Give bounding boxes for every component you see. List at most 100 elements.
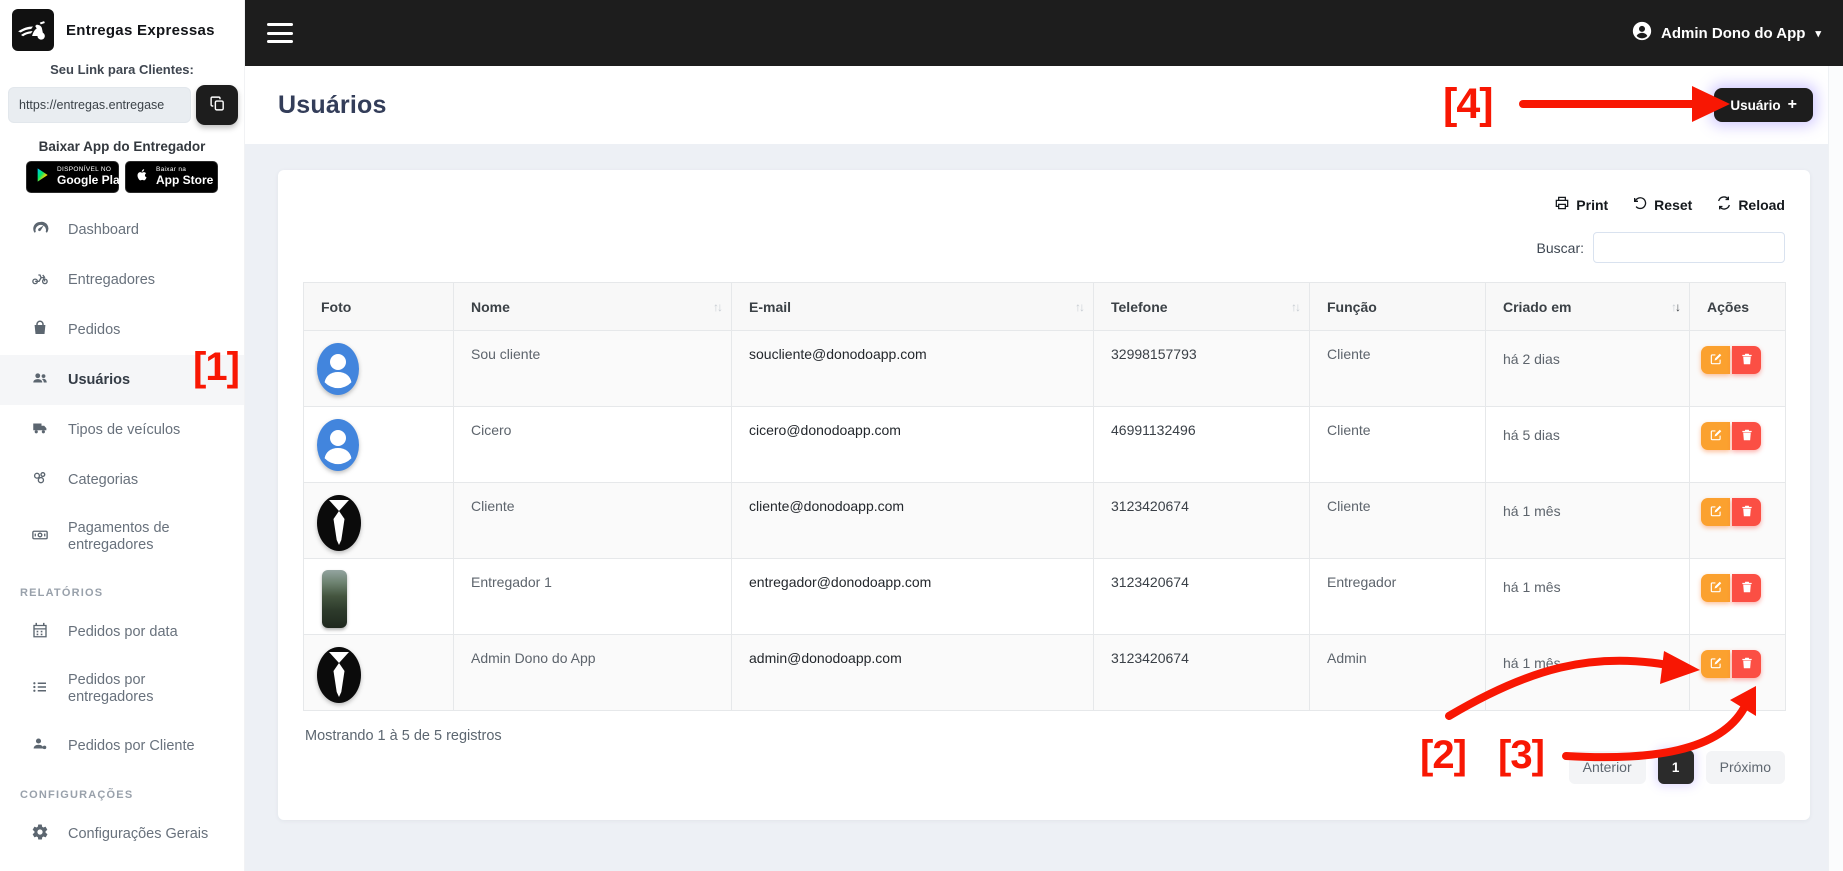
users-card: Print Reset Reload Buscar: Foto Nome ↑↓ … bbox=[278, 170, 1810, 820]
user-phone-cell: 3123420674 bbox=[1093, 482, 1310, 559]
sidebar-item-pedidos-por-cliente[interactable]: Pedidos por Cliente bbox=[0, 721, 244, 771]
user-created-cell: há 1 mês bbox=[1485, 634, 1690, 711]
brand-name: Entregas Expressas bbox=[66, 21, 215, 39]
sidebar-section-relatorios: RELATÓRIOS bbox=[20, 587, 104, 599]
motorcycle-icon bbox=[31, 269, 49, 292]
store-badges: DISPONÍVEL NO Google Play Baixar na App … bbox=[0, 161, 244, 193]
sidebar-item-pedidos[interactable]: Pedidos bbox=[0, 305, 244, 355]
user-menu[interactable]: Admin Dono do App ▾ bbox=[1631, 20, 1821, 46]
page-scrollbar[interactable] bbox=[1828, 66, 1843, 871]
money-bill-icon bbox=[31, 526, 49, 549]
previous-page-button[interactable]: Anterior bbox=[1568, 750, 1646, 784]
user-actions-cell bbox=[1689, 558, 1786, 635]
col-header-foto: Foto bbox=[303, 282, 454, 331]
user-phone-cell: 32998157793 bbox=[1093, 330, 1310, 407]
edit-user-button[interactable] bbox=[1701, 346, 1730, 374]
avatar-photo bbox=[322, 570, 347, 628]
pagination: Anterior 1 Próximo bbox=[1568, 750, 1785, 784]
user-created-cell: há 1 mês bbox=[1485, 482, 1690, 559]
next-page-button[interactable]: Próximo bbox=[1705, 750, 1785, 784]
pencil-square-icon bbox=[1709, 580, 1723, 597]
reload-button[interactable]: Reload bbox=[1716, 195, 1785, 214]
pencil-square-icon bbox=[1709, 656, 1723, 673]
plus-icon: + bbox=[1787, 96, 1797, 113]
sidebar-item-label: Pedidos por data bbox=[68, 623, 178, 640]
user-circle-icon bbox=[1631, 20, 1653, 46]
app-root: Admin Dono do App ▾ Usuários Usuário + E… bbox=[0, 0, 1843, 871]
sidebar-item-usuarios[interactable]: Usuários bbox=[0, 355, 244, 405]
search-label: Buscar: bbox=[1536, 239, 1584, 256]
sidebar-item-tipos-de-veiculos[interactable]: Tipos de veículos bbox=[0, 405, 244, 455]
table-row: Sou cliente soucliente@donodoapp.com 329… bbox=[303, 330, 1786, 407]
user-name-cell: Sou cliente bbox=[453, 330, 732, 407]
sidebar-item-dashboard[interactable]: Dashboard bbox=[0, 205, 244, 255]
gauge-icon bbox=[31, 219, 49, 242]
sidebar-item-configuracoes-do-aplicativo[interactable]: Configurações do aplicativo bbox=[0, 859, 244, 871]
delete-user-button[interactable] bbox=[1732, 574, 1761, 602]
delete-user-button[interactable] bbox=[1732, 422, 1761, 450]
edit-user-button[interactable] bbox=[1701, 650, 1730, 678]
client-link-label: Seu Link para Clientes: bbox=[50, 62, 194, 77]
user-actions-cell bbox=[1689, 482, 1786, 559]
sidebar-item-label: Pedidos por entregadores bbox=[68, 672, 154, 705]
edit-user-button[interactable] bbox=[1701, 498, 1730, 526]
user-actions-cell bbox=[1689, 634, 1786, 711]
sidebar-item-pedidos-por-entregadores[interactable]: Pedidos por entregadores bbox=[0, 657, 244, 721]
edit-user-button[interactable] bbox=[1701, 422, 1730, 450]
user-avatar-cell bbox=[303, 406, 454, 483]
col-header-nome[interactable]: Nome ↑↓ bbox=[453, 282, 732, 331]
delete-user-button[interactable] bbox=[1732, 650, 1761, 678]
user-name: Admin Dono do App bbox=[1661, 24, 1806, 42]
user-name-cell: Entregador 1 bbox=[453, 558, 732, 635]
printer-icon bbox=[1554, 195, 1570, 214]
gear-icon bbox=[31, 823, 49, 846]
sidebar-item-categorias[interactable]: Categorias bbox=[0, 455, 244, 505]
hamburger-menu-button[interactable] bbox=[267, 23, 293, 43]
col-header-email[interactable]: E-mail ↑↓ bbox=[731, 282, 1094, 331]
users-table: Foto Nome ↑↓ E-mail ↑↓ Telefone ↑↓ Função C… bbox=[303, 282, 1786, 711]
search-input[interactable] bbox=[1593, 232, 1785, 263]
users-table-wrap: Foto Nome ↑↓ E-mail ↑↓ Telefone ↑↓ Função C… bbox=[303, 282, 1786, 711]
copy-link-button[interactable] bbox=[196, 85, 238, 125]
pencil-square-icon bbox=[1709, 352, 1723, 369]
apple-icon bbox=[134, 167, 150, 188]
col-header-funcao[interactable]: Função bbox=[1309, 282, 1486, 331]
sidebar-item-label: Categorias bbox=[68, 471, 139, 488]
client-link-input[interactable] bbox=[8, 87, 191, 123]
delete-user-button[interactable] bbox=[1732, 498, 1761, 526]
delete-user-button[interactable] bbox=[1732, 346, 1761, 374]
sidebar-item-pagamentos-de-entregadores[interactable]: Pagamentos de entregadores bbox=[0, 505, 244, 569]
sidebar-item-label: Configurações Gerais bbox=[68, 825, 209, 842]
current-page-button[interactable]: 1 bbox=[1657, 750, 1694, 784]
user-avatar-cell bbox=[303, 330, 454, 407]
reset-button[interactable]: Reset bbox=[1632, 195, 1692, 214]
sidebar-item-configuracoes-gerais[interactable]: Configurações Gerais bbox=[0, 809, 244, 859]
reset-label: Reset bbox=[1654, 196, 1693, 213]
app-store-badge[interactable]: Baixar na App Store bbox=[125, 161, 218, 193]
edit-user-button[interactable] bbox=[1701, 574, 1730, 602]
user-created-cell: há 2 dias bbox=[1485, 330, 1690, 407]
table-row: Cliente cliente@donodoapp.com 3123420674… bbox=[303, 482, 1786, 559]
apple-badge-bottom-text: App Store bbox=[156, 173, 214, 188]
col-header-criado-em[interactable]: Criado em ↑↓ bbox=[1485, 282, 1690, 331]
print-label: Print bbox=[1576, 196, 1609, 213]
table-header-row: Foto Nome ↑↓ E-mail ↑↓ Telefone ↑↓ Função C… bbox=[303, 282, 1786, 331]
table-row: Entregador 1 entregador@donodoapp.com 31… bbox=[303, 558, 1786, 635]
user-role-cell: Cliente bbox=[1309, 330, 1486, 407]
sidebar-item-pedidos-por-data[interactable]: Pedidos por data bbox=[0, 607, 244, 657]
brand[interactable]: Entregas Expressas bbox=[0, 0, 244, 60]
google-play-badge[interactable]: DISPONÍVEL NO Google Play bbox=[26, 161, 126, 193]
sidebar-item-label: Pagamentos de entregadores bbox=[68, 520, 170, 553]
user-email-cell: admin@donodoapp.com bbox=[731, 634, 1094, 711]
copy-icon bbox=[209, 95, 226, 115]
user-email-cell: cliente@donodoapp.com bbox=[731, 482, 1094, 559]
add-user-label: Usuário bbox=[1730, 97, 1781, 113]
sidebar-item-entregadores[interactable]: Entregadores bbox=[0, 255, 244, 305]
print-button[interactable]: Print bbox=[1554, 195, 1608, 214]
col-header-telefone[interactable]: Telefone ↑↓ bbox=[1093, 282, 1310, 331]
sync-icon bbox=[1716, 195, 1732, 214]
trash-icon bbox=[1740, 428, 1754, 445]
sidebar: Entregas Expressas Seu Link para Cliente… bbox=[0, 0, 245, 871]
user-badge-icon bbox=[31, 735, 49, 758]
add-user-button[interactable]: Usuário + bbox=[1714, 88, 1813, 122]
